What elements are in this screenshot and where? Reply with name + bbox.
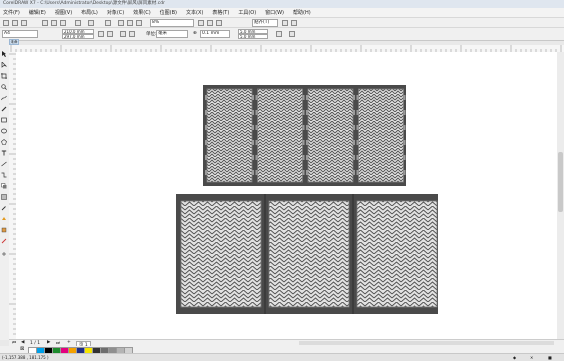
smart-fill-tool-icon[interactable] bbox=[1, 227, 7, 233]
menu-window[interactable]: 窗口(W) bbox=[265, 9, 284, 16]
landscape-icon[interactable] bbox=[107, 31, 113, 37]
no-color-swatch-icon[interactable]: ⊠ bbox=[20, 346, 24, 352]
cut-icon[interactable] bbox=[42, 20, 48, 26]
export-icon[interactable] bbox=[127, 20, 133, 26]
previous-page-button[interactable]: ◀ bbox=[21, 340, 24, 345]
cursor-coordinates: (-1,157.388 , 181.175 ) bbox=[2, 355, 49, 360]
drop-shadow-tool-icon[interactable] bbox=[1, 183, 7, 189]
menu-layout[interactable]: 布局(L) bbox=[81, 9, 98, 16]
menu-bitmaps[interactable]: 位图(B) bbox=[160, 9, 177, 16]
import-icon[interactable] bbox=[118, 20, 124, 26]
paste-icon[interactable] bbox=[60, 20, 66, 26]
menu-table[interactable]: 表格(T) bbox=[212, 9, 229, 16]
menu-object[interactable]: 对象(C) bbox=[107, 9, 124, 16]
drawing-canvas[interactable] bbox=[16, 52, 557, 339]
pick-tool-icon[interactable] bbox=[1, 51, 7, 57]
open-icon[interactable] bbox=[12, 20, 18, 26]
horizontal-scrollbar[interactable] bbox=[299, 341, 554, 345]
application-launcher-icon[interactable] bbox=[291, 20, 297, 26]
next-page-button[interactable]: ▶ bbox=[47, 340, 50, 345]
menu-view[interactable]: 视图(V) bbox=[55, 9, 72, 16]
copy-icon[interactable] bbox=[51, 20, 57, 26]
zoom-level-select[interactable]: 8% bbox=[150, 19, 194, 27]
title-bar: CorelDRAW X7 - C:\Users\Administrator\De… bbox=[0, 0, 564, 8]
full-screen-icon[interactable] bbox=[198, 20, 204, 26]
color-eyedropper-tool-icon[interactable] bbox=[1, 205, 7, 211]
save-icon[interactable] bbox=[21, 20, 27, 26]
menu-edit[interactable]: 编辑(E) bbox=[29, 9, 46, 16]
shape-tool-icon[interactable] bbox=[1, 61, 8, 68]
menu-tools[interactable]: 工具(O) bbox=[238, 9, 256, 16]
snap-to-dropdown[interactable]: 贴齐(T) bbox=[252, 19, 278, 27]
polygon-tool-icon[interactable] bbox=[1, 139, 7, 145]
add-tool-icon[interactable] bbox=[1, 251, 7, 257]
add-page-button[interactable]: + bbox=[67, 340, 71, 345]
freehand-tool-icon[interactable] bbox=[1, 95, 7, 101]
units-select[interactable]: 毫米 bbox=[156, 30, 188, 38]
options-icon[interactable] bbox=[282, 20, 288, 26]
rectangle-tool-icon[interactable] bbox=[1, 117, 7, 123]
ellipse-tool-icon[interactable] bbox=[1, 128, 7, 134]
connector-tool-icon[interactable] bbox=[1, 172, 7, 178]
all-pages-icon[interactable] bbox=[120, 31, 126, 37]
zoom-tool-icon[interactable] bbox=[1, 84, 7, 90]
screen-bottom-row[interactable] bbox=[176, 194, 438, 314]
portrait-icon[interactable] bbox=[98, 31, 104, 37]
quick-customize-icon[interactable] bbox=[289, 31, 295, 37]
crop-tool-icon[interactable] bbox=[1, 73, 7, 79]
current-page-icon[interactable] bbox=[129, 31, 135, 37]
property-bar: A4 210.0 mm 297.0 mm 单位: 毫米 ⊕ 0.1 mm 5.0… bbox=[0, 27, 564, 41]
new-document-icon[interactable] bbox=[3, 20, 9, 26]
publish-pdf-icon[interactable] bbox=[136, 20, 142, 26]
treat-as-filled-icon[interactable] bbox=[276, 31, 282, 37]
rulers-icon[interactable] bbox=[207, 20, 213, 26]
menu-help[interactable]: 帮助(H) bbox=[293, 9, 311, 16]
grid-icon[interactable] bbox=[216, 20, 222, 26]
undo-icon[interactable] bbox=[75, 20, 81, 26]
interactive-fill-tool-icon[interactable] bbox=[1, 216, 7, 222]
units-label: 单位: bbox=[146, 32, 157, 37]
duplicate-y-field[interactable]: 5.0 mm bbox=[238, 34, 268, 39]
menu-effects[interactable]: 效果(C) bbox=[133, 9, 150, 16]
screen-top-row[interactable] bbox=[203, 85, 406, 186]
screen-bottom-row-graphic bbox=[176, 194, 438, 314]
artistic-media-tool-icon[interactable] bbox=[1, 106, 7, 112]
transparency-tool-icon[interactable] bbox=[1, 194, 7, 200]
nudge-distance-field[interactable]: 0.1 mm bbox=[200, 30, 230, 38]
parallel-dimension-tool-icon[interactable] bbox=[1, 161, 7, 167]
menu-text[interactable]: 文本(X) bbox=[186, 9, 203, 16]
search-content-icon[interactable] bbox=[105, 20, 111, 26]
outline-pen-icon[interactable] bbox=[1, 238, 7, 244]
vertical-scrollbar[interactable] bbox=[557, 52, 564, 339]
window-title: CorelDRAW X7 - C:\Users\Administrator\De… bbox=[3, 1, 165, 6]
page-size-select[interactable]: A4 bbox=[2, 30, 38, 38]
menu-file[interactable]: 文件(F) bbox=[3, 9, 20, 16]
redo-icon[interactable] bbox=[88, 20, 94, 26]
vertical-scroll-thumb[interactable] bbox=[558, 152, 563, 212]
page-height-field[interactable]: 297.0 mm bbox=[62, 34, 94, 39]
menu-bar: 文件(F) 编辑(E) 视图(V) 布局(L) 对象(C) 效果(C) 位图(B… bbox=[0, 8, 564, 17]
text-tool-icon[interactable] bbox=[1, 150, 7, 156]
nudge-icon: ⊕ bbox=[193, 31, 197, 36]
screen-top-row-graphic bbox=[203, 85, 406, 186]
